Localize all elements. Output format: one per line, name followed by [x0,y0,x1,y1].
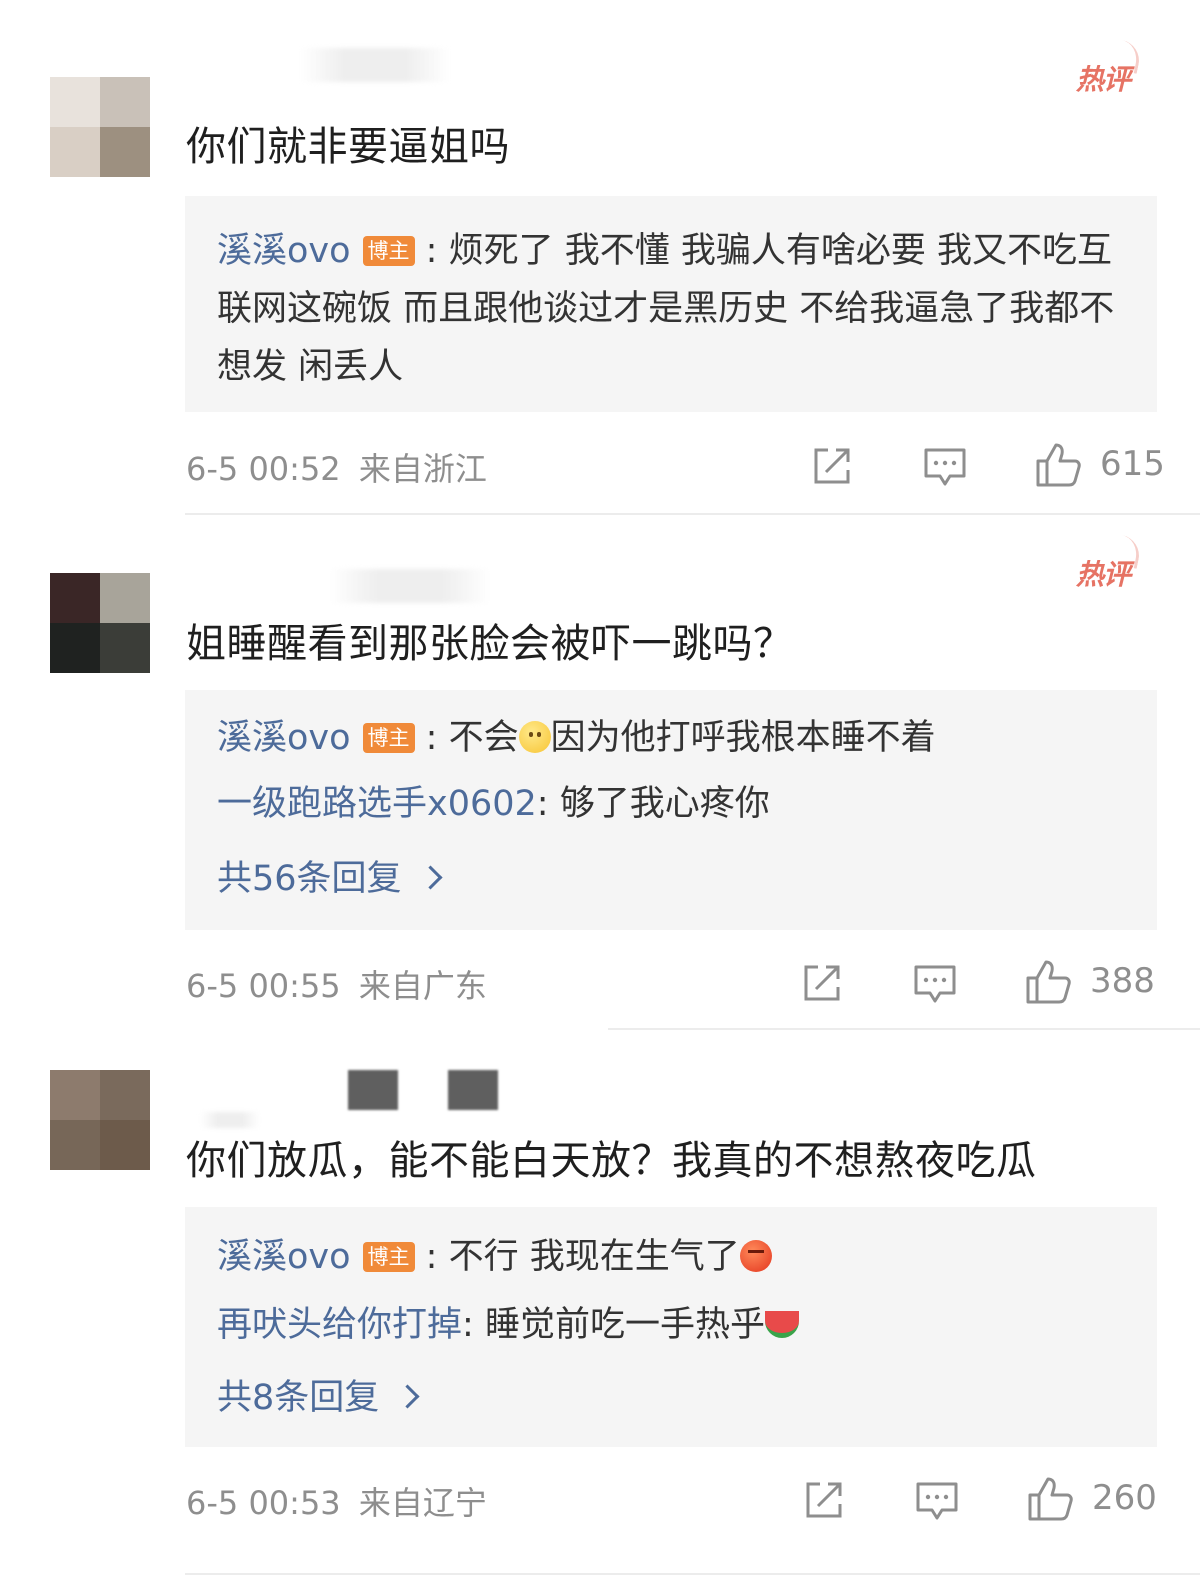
author-reply: 溪溪ovo 博主 : 不会 因为他打呼我根本睡不着 [217,716,936,760]
more-replies-label: 共56条回复 [217,859,402,899]
comment-button[interactable] [914,1478,960,1522]
like-button[interactable] [1034,441,1082,487]
author-reply: 溪溪ovo 博主 : 不行 我现在生气了 [217,1235,772,1279]
comment-card: 热评 你们就非要逼姐吗 溪溪ovo 博主 : 烦死了 我不懂 我骗人有啥必要 我又… [0,0,1200,515]
reply-username[interactable]: 溪溪ovo [217,231,351,271]
avatar-pixel [50,1070,100,1120]
share-icon [806,1482,842,1518]
comment-text: 你们放瓜，能不能白天放？我真的不想熬夜吃瓜 [186,1138,1037,1184]
reply-username[interactable]: 再吠头给你打掉 [217,1305,462,1345]
comment-button[interactable] [912,961,958,1005]
avatar-pixel [50,77,100,127]
like-icon [1028,1477,1073,1521]
divider [185,1573,1200,1575]
author-tag: 博主 [362,723,415,753]
comment-meta: 6-5 00:53 来自辽宁 [186,1478,487,1524]
reply-content: 睡觉前吃一手热乎 [484,1305,765,1345]
share-icon [814,448,850,484]
angry-emoji [739,1240,772,1272]
like-count: 260 [1092,1478,1157,1518]
view-more-replies[interactable]: 共8条回复 [217,1369,420,1420]
reply-content: 不行 我现在生气了 [448,1237,740,1277]
author-reply: 溪溪ovo 博主 : 烦死了 我不懂 我骗人有啥必要 我又不吃互联网这碗饭 而且跟… [217,222,1117,396]
reply-separator: : [536,784,560,824]
reply-content: 够了我心疼你 [559,784,770,824]
reply-username[interactable]: 溪溪ovo [217,718,351,758]
share-icon [804,965,840,1001]
comment-text: 姐睡醒看到那张脸会被吓一跳吗？ [186,621,794,667]
share-button[interactable] [810,444,854,488]
redacted-username [300,48,450,82]
reply-content: 因为他打呼我根本睡不着 [550,718,936,758]
comment-icon [916,1482,958,1520]
avatar-pixel [100,77,150,127]
timestamp: 6-5 00:53 [186,1484,341,1522]
reply-box[interactable]: 溪溪ovo 博主 : 不行 我现在生气了 再吠头给你打掉: 睡觉前吃一手热乎 共8… [185,1207,1157,1447]
share-button[interactable] [800,961,844,1005]
watermelon-emoji [764,1311,799,1338]
reply-username[interactable]: 一级跑路选手x0602 [217,784,537,824]
more-replies-label: 共8条回复 [217,1378,380,1418]
avatar[interactable] [50,77,150,177]
reply-box[interactable]: 溪溪ovo 博主 : 不会 因为他打呼我根本睡不着 一级跑路选手x0602: 够了我… [185,690,1157,930]
comment-card: 你们放瓜，能不能白天放？我真的不想熬夜吃瓜 溪溪ovo 博主 : 不行 我现在生气… [0,1030,1200,1577]
avatar-pixel [50,127,100,177]
author-tag: 博主 [362,236,415,266]
avatar[interactable] [50,1070,150,1170]
user-reply: 一级跑路选手x0602: 够了我心疼你 [217,782,770,826]
comment-text: 你们就非要逼姐吗 [186,124,510,170]
like-button[interactable] [1026,1475,1074,1521]
location: 来自浙江 [358,450,487,488]
chevron-right-icon [418,865,443,890]
like-count: 388 [1090,961,1155,1001]
reply-content: 烦死了 我不懂 我骗人有啥必要 我又不吃互联网这碗饭 而且跟他谈过才是黑历史 不… [217,231,1115,387]
avatar-pixel [100,573,150,623]
location: 来自广东 [358,967,487,1005]
reply-username[interactable]: 溪溪ovo [217,1237,351,1277]
comment-icon [914,965,956,1003]
author-tag: 博主 [362,1242,415,1272]
timestamp: 6-5 00:52 [186,450,341,488]
chevron-right-icon [395,1384,420,1409]
avatar-pixel [50,573,100,623]
reply-content: 不会 [448,718,519,758]
comment-button[interactable] [922,444,968,488]
avatar-pixel [100,1070,150,1120]
reply-box[interactable]: 溪溪ovo 博主 : 烦死了 我不懂 我骗人有啥必要 我又不吃互联网这碗饭 而且跟… [185,196,1157,412]
avatar-pixel [100,623,150,673]
avatar[interactable] [50,573,150,673]
redacted-username [330,569,490,603]
hot-comment-badge: 热评 [1076,553,1131,593]
avatar-pixel [100,127,150,177]
comment-card: 热评 姐睡醒看到那张脸会被吓一跳吗？ 溪溪ovo 博主 : 不会 因为他打呼我根本睡… [0,515,1200,1030]
avatar-pixel [50,1120,100,1170]
comment-meta: 6-5 00:52 来自浙江 [186,444,487,490]
avatar-pixel [50,623,100,673]
reply-separator: : [414,231,449,271]
user-reply: 再吠头给你打掉: 睡觉前吃一手热乎 [217,1303,799,1347]
location: 来自辽宁 [358,1484,487,1522]
like-count: 615 [1100,444,1165,484]
timestamp: 6-5 00:55 [186,967,341,1005]
smile-emoji [518,721,551,753]
hot-comment-badge: 热评 [1076,58,1131,98]
reply-separator: : [414,1237,449,1277]
reply-separator: : [462,1305,485,1345]
like-button[interactable] [1024,958,1072,1004]
like-icon [1026,960,1071,1004]
share-button[interactable] [802,1478,846,1522]
comment-icon [924,448,966,486]
reply-separator: : [414,718,449,758]
comment-meta: 6-5 00:55 来自广东 [186,961,487,1007]
redacted-username [348,1070,398,1110]
redacted-username [200,1112,260,1128]
view-more-replies[interactable]: 共56条回复 [217,850,443,901]
avatar-pixel [100,1120,150,1170]
like-icon [1036,443,1081,487]
redacted-username [448,1070,498,1110]
